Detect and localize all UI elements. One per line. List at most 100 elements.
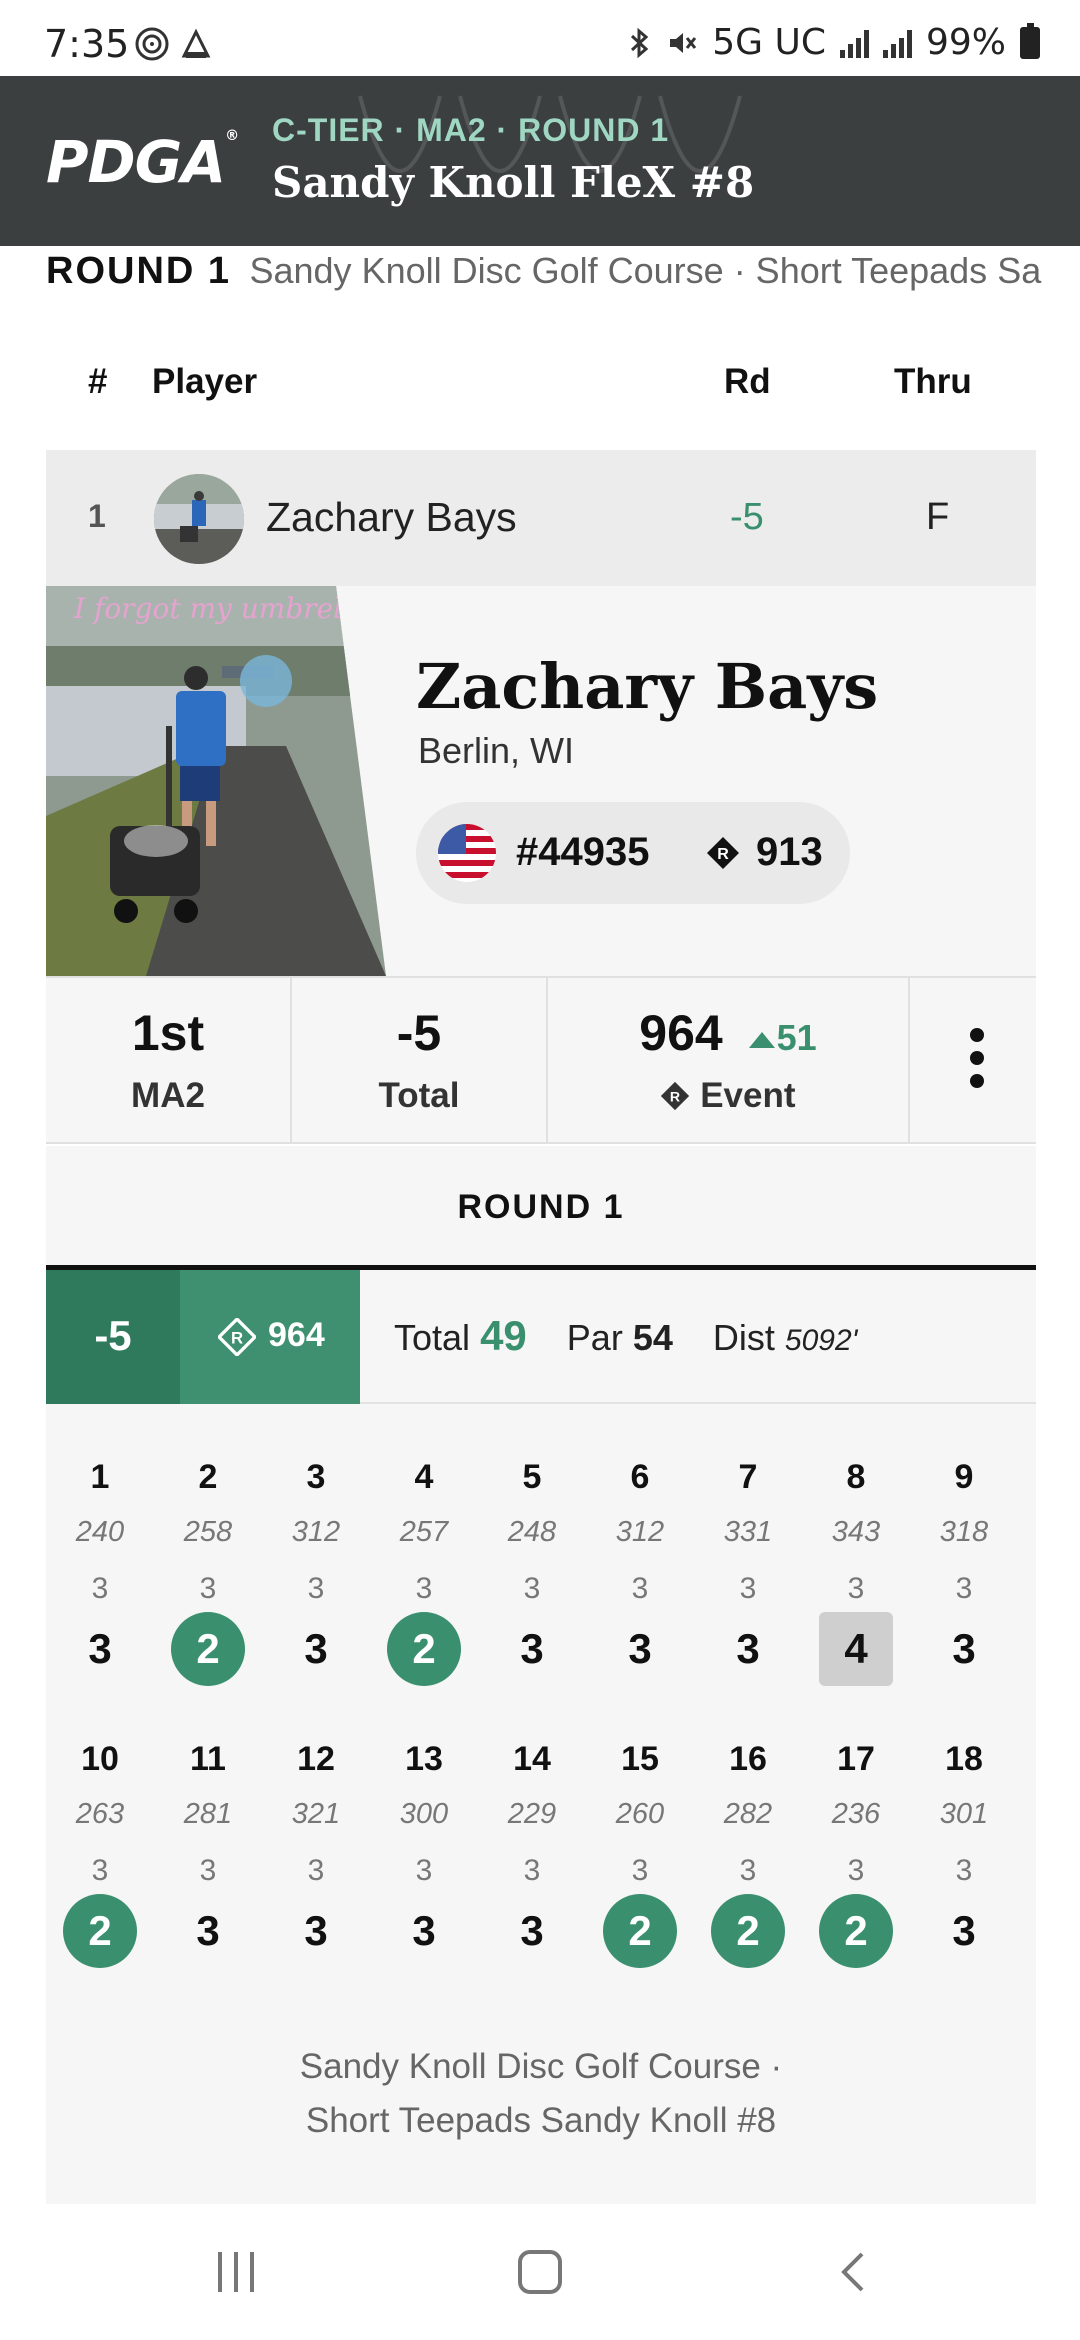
- hole-distance: 240: [75, 1516, 125, 1548]
- stat-event-rating: 964 51 R Event: [548, 978, 910, 1144]
- hole-par: 3: [955, 1572, 973, 1605]
- rating-delta: 51: [747, 1017, 817, 1058]
- hole-15: 15 260 3 2: [586, 1740, 694, 1970]
- battery-percent: 99%: [925, 22, 1006, 63]
- pdga-logo[interactable]: PDGA®: [46, 128, 239, 196]
- hole-par: 3: [847, 1854, 865, 1887]
- hole-par: 3: [739, 1572, 757, 1605]
- round-summary-bar: -5 R 964 Total 49 Par 54 Dist 5092': [46, 1270, 1036, 1404]
- hole-par: 3: [847, 1572, 865, 1605]
- hole-par: 3: [631, 1572, 649, 1605]
- more-options-icon[interactable]: [970, 1028, 984, 1097]
- hole-par: 3: [199, 1854, 217, 1887]
- hole-score: 3: [304, 1907, 328, 1954]
- hole-number: 5: [522, 1458, 542, 1496]
- status-time: 7:35: [44, 22, 130, 66]
- usaa-icon: [181, 28, 211, 58]
- hole-number: 9: [954, 1458, 974, 1496]
- player-rating: 913: [756, 830, 823, 874]
- pdga-id-pill[interactable]: #44935 R 913: [416, 802, 850, 904]
- leaderboard-row[interactable]: 1 Zachary Bays -5 F: [46, 450, 1036, 586]
- hole-par: 3: [307, 1572, 325, 1605]
- col-header-player[interactable]: Player: [152, 362, 257, 402]
- hole-distance: 312: [615, 1516, 665, 1548]
- round-distance: 5092': [784, 1324, 858, 1357]
- hole-10: 10 263 3 2: [46, 1740, 154, 1970]
- rating-diamond-icon: R: [661, 1081, 690, 1111]
- hole-distance: 258: [183, 1516, 233, 1548]
- back-icon[interactable]: [832, 2250, 876, 2294]
- hole-distance: 282: [723, 1798, 773, 1830]
- hole-12: 12 321 3 3: [262, 1740, 370, 1970]
- svg-text:R: R: [717, 846, 729, 863]
- round-course-line: ROUND 1 Sandy Knoll Disc Golf Course · S…: [46, 250, 1046, 300]
- hole-13: 13 300 3 3: [370, 1740, 478, 1970]
- round-label: ROUND 1: [46, 250, 232, 292]
- hole-8: 8 343 3 4: [802, 1458, 910, 1688]
- stats-row: 1st MA2 -5 Total 964 51 R Event: [46, 976, 1036, 1144]
- hole-number: 7: [738, 1458, 758, 1496]
- hole-number: 10: [81, 1740, 119, 1778]
- hole-distance: 248: [507, 1516, 557, 1548]
- home-icon[interactable]: [518, 2250, 562, 2294]
- hole-number: 15: [621, 1740, 659, 1778]
- round-total-strokes: 49: [480, 1312, 527, 1359]
- hole-score: 3: [952, 1907, 976, 1954]
- signal-icon-2: [882, 28, 912, 58]
- hole-score: 4: [819, 1612, 893, 1686]
- recent-apps-icon[interactable]: [218, 2252, 254, 2292]
- bluetooth-icon: [631, 27, 649, 58]
- hole-number: 13: [405, 1740, 443, 1778]
- stat-total-value: -5: [396, 1005, 442, 1061]
- hole-par: 3: [523, 1572, 541, 1605]
- hole-number: 1: [90, 1458, 110, 1496]
- round-course-name: Sandy Knoll Disc Golf Course · Short Tee…: [249, 250, 1042, 291]
- stat-place: 1st MA2: [46, 978, 292, 1144]
- tab-round-1[interactable]: ROUND 1: [46, 1146, 1036, 1270]
- hole-score: 3: [412, 1907, 436, 1954]
- col-header-round[interactable]: Rd: [724, 362, 771, 402]
- player-thru: F: [926, 496, 950, 538]
- hole-par: 3: [415, 1572, 433, 1605]
- hole-14: 14 229 3 3: [478, 1740, 586, 1970]
- hole-par: 3: [91, 1854, 109, 1887]
- stat-event-label: Event: [700, 1076, 796, 1115]
- round-par: 54: [632, 1317, 673, 1358]
- hole-par: 3: [91, 1572, 109, 1605]
- hole-3: 3 312 3 3: [262, 1458, 370, 1688]
- hole-par: 3: [199, 1572, 217, 1605]
- hole-6: 6 312 3 3: [586, 1458, 694, 1688]
- hole-score: 3: [628, 1625, 652, 1672]
- course-footer: Sandy Knoll Disc Golf Course · Short Tee…: [299, 2047, 783, 2140]
- network-label: 5G UC: [712, 22, 826, 63]
- hole-distance: 321: [291, 1798, 341, 1830]
- player-photo[interactable]: I forgot my umbrella: [46, 586, 386, 976]
- up-arrow-icon: [748, 1032, 775, 1048]
- hole-number: 2: [198, 1458, 218, 1496]
- battery-icon: [1020, 22, 1040, 59]
- hole-distance: 312: [291, 1516, 341, 1548]
- event-title[interactable]: Sandy Knoll FleX #8: [272, 158, 754, 207]
- round-rating-badge: R 964: [180, 1270, 360, 1404]
- hole-number: 16: [729, 1740, 767, 1778]
- svg-text:R: R: [670, 1088, 680, 1104]
- hole-score: 2: [819, 1894, 893, 1968]
- hole-score: 2: [387, 1612, 461, 1686]
- hole-distance: 229: [507, 1798, 557, 1830]
- hole-distance: 300: [399, 1798, 449, 1830]
- event-header: PDGA® C-TIER · MA2 · ROUND 1 Sandy Knoll…: [0, 76, 1080, 246]
- player-round-score: -5: [730, 496, 764, 538]
- hole-number: 17: [837, 1740, 875, 1778]
- hole-distance: 257: [399, 1516, 449, 1548]
- event-tier-line: C-TIER · MA2 · ROUND 1: [272, 112, 670, 148]
- hole-9: 9 318 3 3: [910, 1458, 1018, 1688]
- hole-score: 2: [603, 1894, 677, 1968]
- hole-score: 3: [952, 1625, 976, 1672]
- player-profile-card: I forgot my umbrella Zachary Bays Berlin…: [46, 586, 1036, 976]
- hole-17: 17 236 3 2: [802, 1740, 910, 1970]
- hole-number: 3: [306, 1458, 326, 1496]
- hole-score: 3: [520, 1907, 544, 1954]
- hole-16: 16 282 3 2: [694, 1740, 802, 1970]
- hole-number: 8: [846, 1458, 866, 1496]
- hole-score: 3: [304, 1625, 328, 1672]
